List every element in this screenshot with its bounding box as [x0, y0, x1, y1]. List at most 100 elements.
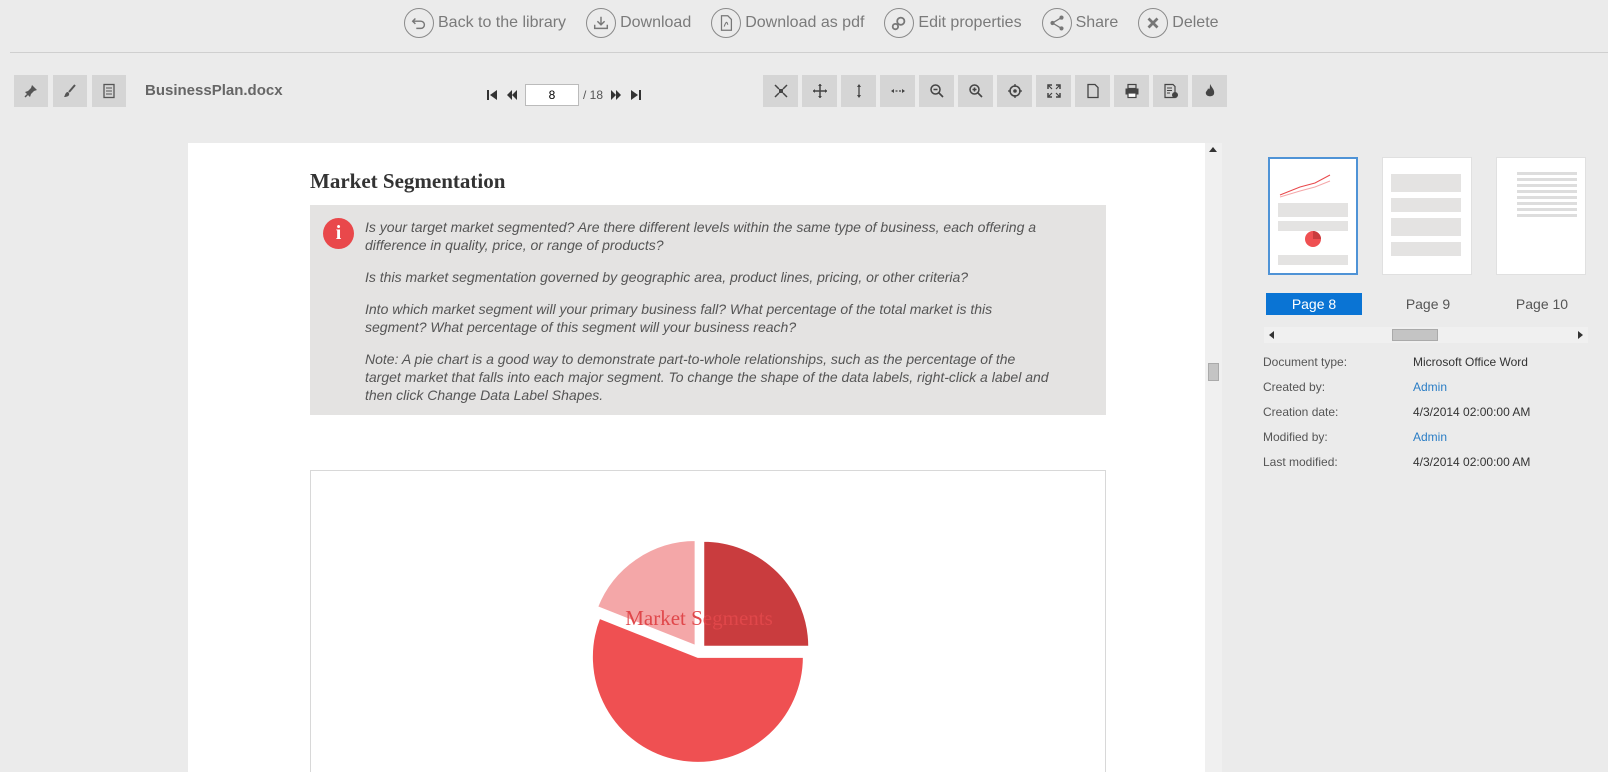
- scroll-thumb[interactable]: [1208, 363, 1219, 381]
- property-key: Last modified:: [1263, 455, 1338, 469]
- document-filename: BusinessPlan.docx: [145, 82, 283, 99]
- property-key: Created by:: [1263, 380, 1326, 394]
- properties-icon: [1163, 83, 1178, 99]
- fit-width-button[interactable]: [880, 75, 915, 107]
- thumbnail-preview: [1517, 172, 1577, 217]
- page-button[interactable]: [1075, 75, 1110, 107]
- fit-page-button[interactable]: [763, 75, 798, 107]
- fit-height-button[interactable]: [841, 75, 876, 107]
- thumbnail-page-9[interactable]: [1382, 157, 1472, 275]
- properties-button[interactable]: [1153, 75, 1188, 107]
- action-list: Back to the library Download Download as…: [404, 8, 1239, 38]
- chart-title: Market Segments: [625, 606, 773, 630]
- scroll-right-icon[interactable]: [1578, 331, 1583, 339]
- thumbnail-label[interactable]: Page 10: [1494, 293, 1590, 315]
- thumbnail-scrollbar[interactable]: [1264, 327, 1588, 343]
- divider: [10, 52, 1608, 53]
- page-total: / 18: [583, 88, 604, 102]
- property-value: 4/3/2014 02:00:00 AM: [1413, 455, 1531, 469]
- document-viewer[interactable]: Market Segmentation i Is your target mar…: [188, 143, 1222, 772]
- tip-paragraph: Into which market segment will your prim…: [365, 301, 993, 335]
- page-number-input[interactable]: [525, 84, 579, 106]
- property-value: 4/3/2014 02:00:00 AM: [1413, 405, 1531, 419]
- fire-icon: [1205, 84, 1214, 97]
- target-button[interactable]: [997, 75, 1032, 107]
- zoom-in-icon: [968, 84, 983, 98]
- left-toolbar: [14, 75, 131, 107]
- modified-by-link[interactable]: Admin: [1413, 430, 1447, 444]
- move-icon: [812, 84, 827, 98]
- last-page-button[interactable]: [629, 88, 643, 102]
- print-icon: [1125, 83, 1138, 99]
- fast-forward-icon: [611, 90, 622, 100]
- thumbnail-preview: [1278, 174, 1348, 265]
- tip-paragraph: Note: A pie chart is a good way to demon…: [365, 351, 1049, 403]
- back-to-library-label: Back to the library: [438, 14, 567, 31]
- top-action-bar: Back to the library Download Download as…: [0, 0, 1608, 53]
- zoom-in-button[interactable]: [958, 75, 993, 107]
- thumbnail-page-10[interactable]: [1496, 157, 1586, 275]
- delete-label: Delete: [1172, 14, 1219, 31]
- fit-height-icon: [856, 84, 861, 98]
- last-page-icon: [631, 90, 642, 100]
- first-page-button[interactable]: [485, 88, 499, 102]
- pie-slice: [702, 539, 811, 648]
- created-by-link[interactable]: Admin: [1413, 380, 1447, 394]
- edit-properties-label: Edit properties: [918, 14, 1022, 31]
- page-icon: [1086, 83, 1099, 99]
- brush-button[interactable]: [53, 75, 87, 107]
- pin-icon: [24, 85, 37, 98]
- property-key: Document type:: [1263, 355, 1348, 369]
- delete-icon: [1138, 8, 1169, 38]
- scroll-thumb[interactable]: [1392, 329, 1438, 341]
- document-icon: [103, 83, 115, 99]
- chart-frame: Market Segments: [310, 470, 1106, 772]
- fit-width-icon: [890, 89, 905, 93]
- brush-icon: [64, 84, 76, 97]
- download-pdf-button[interactable]: Download as pdf: [711, 8, 864, 38]
- thumbnail-label[interactable]: Page 8: [1266, 293, 1362, 315]
- scroll-up-icon[interactable]: [1209, 147, 1217, 152]
- scroll-left-icon[interactable]: [1269, 331, 1274, 339]
- view-toolbar: [763, 75, 1231, 107]
- tip-box: i Is your target market segmented? Are t…: [310, 205, 1106, 415]
- pdf-icon: [711, 8, 742, 38]
- vertical-scrollbar[interactable]: [1205, 143, 1222, 772]
- fire-button[interactable]: [1192, 75, 1227, 107]
- thumbnail-page-8[interactable]: [1268, 157, 1358, 275]
- fullscreen-icon: [1046, 84, 1061, 98]
- download-label: Download: [620, 14, 692, 31]
- thumbnail-strip: [1268, 157, 1588, 282]
- target-icon: [1007, 84, 1022, 98]
- download-button[interactable]: Download: [586, 8, 691, 38]
- property-key: Creation date:: [1263, 405, 1339, 419]
- download-icon: [586, 8, 617, 38]
- back-to-library-button[interactable]: Back to the library: [404, 8, 566, 38]
- print-button[interactable]: [1114, 75, 1149, 107]
- zoom-out-icon: [929, 84, 944, 98]
- move-button[interactable]: [802, 75, 837, 107]
- share-button[interactable]: Share: [1041, 8, 1118, 38]
- download-pdf-label: Download as pdf: [745, 14, 865, 31]
- rewind-icon: [507, 90, 517, 100]
- edit-properties-button[interactable]: Edit properties: [884, 8, 1022, 38]
- property-key: Modified by:: [1263, 430, 1328, 444]
- fullscreen-button[interactable]: [1036, 75, 1071, 107]
- tip-paragraph: Is this market segmentation governed by …: [365, 269, 969, 285]
- thumbnail-preview: [1391, 174, 1461, 256]
- zoom-out-button[interactable]: [919, 75, 954, 107]
- tip-paragraph: Is your target market segmented? Are the…: [365, 219, 1037, 253]
- delete-button[interactable]: Delete: [1138, 8, 1219, 38]
- next-page-button[interactable]: [609, 88, 623, 102]
- document-button[interactable]: [92, 75, 126, 107]
- first-page-icon: [487, 90, 497, 100]
- pie-chart: Market Segments: [590, 539, 811, 764]
- info-icon: i: [323, 218, 354, 249]
- undo-icon: [404, 8, 434, 38]
- document-heading: Market Segmentation: [310, 169, 506, 193]
- previous-page-button[interactable]: [505, 88, 519, 102]
- pin-button[interactable]: [14, 75, 48, 107]
- thumbnail-label[interactable]: Page 9: [1380, 293, 1476, 315]
- property-value: Microsoft Office Word: [1413, 355, 1528, 369]
- fit-page-icon: [773, 84, 788, 98]
